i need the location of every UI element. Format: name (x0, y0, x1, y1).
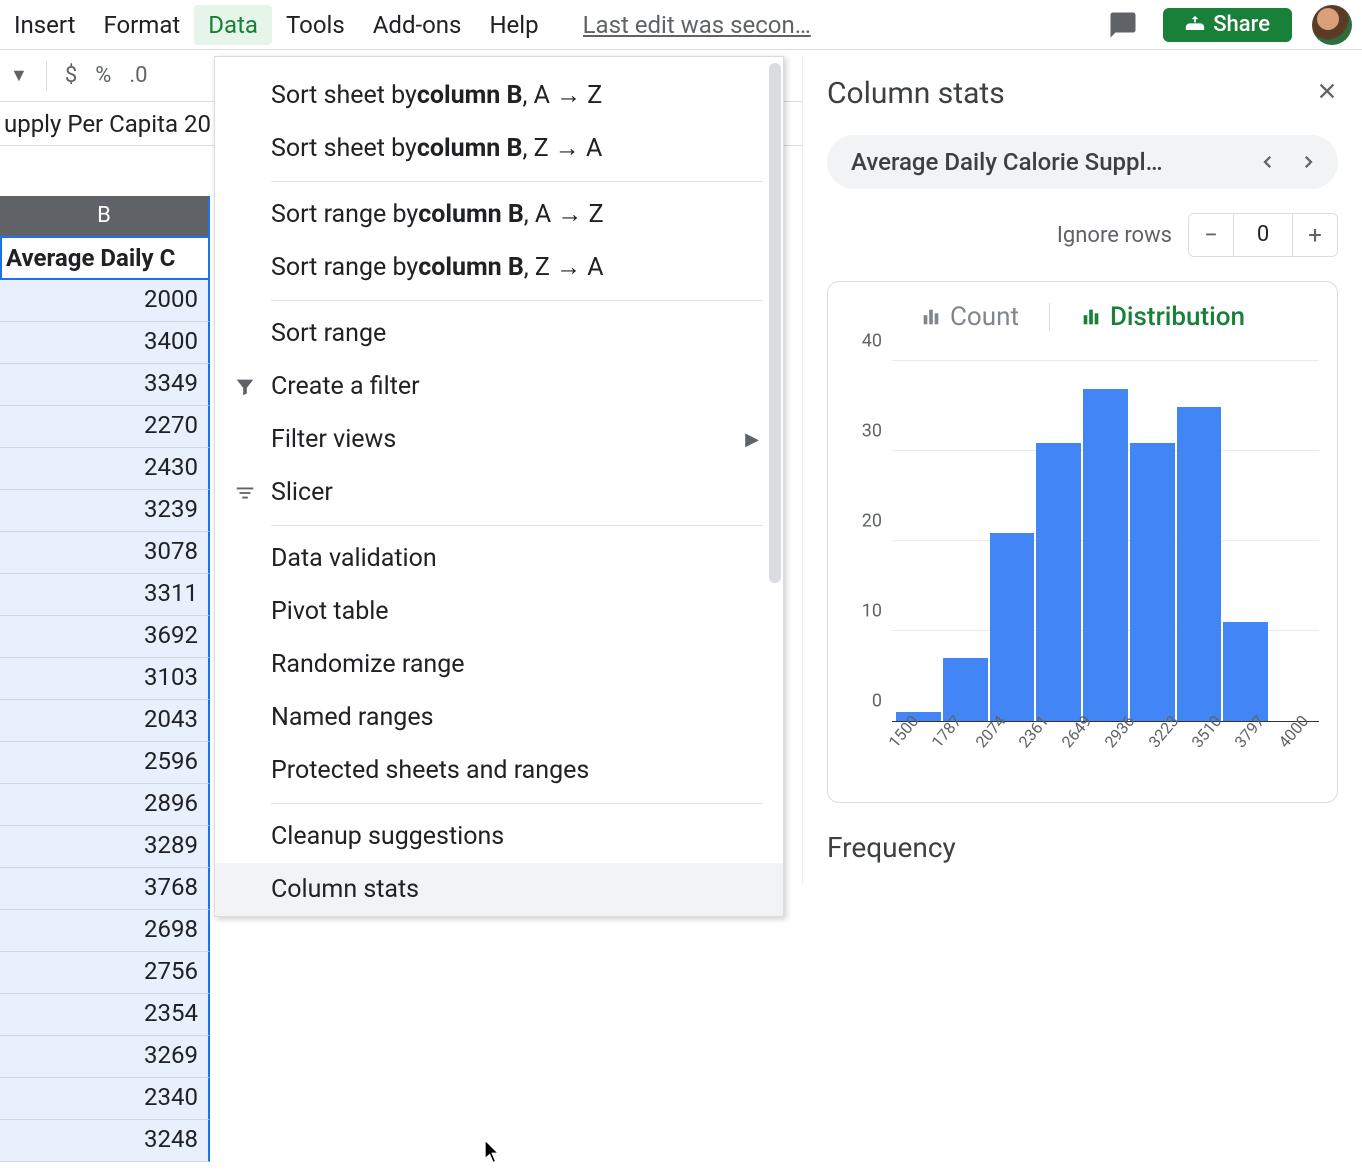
data-cell[interactable]: 3289 (0, 826, 210, 868)
menu-divider (271, 181, 763, 182)
menu-divider (271, 300, 763, 301)
decrement-button[interactable]: − (1189, 214, 1233, 256)
y-tick: 40 (862, 331, 882, 352)
y-tick: 10 (862, 601, 882, 622)
menu-divider (271, 803, 763, 804)
close-button[interactable] (1316, 79, 1338, 109)
y-tick: 0 (872, 691, 882, 712)
data-cell[interactable]: 2354 (0, 994, 210, 1036)
menu-slicer[interactable]: Slicer (215, 466, 783, 519)
panel-title: Column stats (827, 76, 1005, 111)
decrease-decimal-button[interactable]: .0 (129, 63, 147, 88)
menu-named-ranges[interactable]: Named ranges (215, 691, 783, 744)
data-cell[interactable]: 2596 (0, 742, 210, 784)
menu-sort-range[interactable]: Sort range (215, 307, 783, 360)
menu-column-stats[interactable]: Column stats (215, 863, 783, 916)
histogram-bar (1036, 443, 1081, 721)
distribution-tab[interactable]: Distribution (1080, 302, 1245, 332)
data-cell[interactable]: 2430 (0, 448, 210, 490)
menu-sort-range-az[interactable]: Sort range by column B, A → Z (215, 188, 783, 241)
prev-column-button[interactable] (1248, 142, 1288, 182)
share-button[interactable]: Share (1163, 8, 1292, 42)
data-cell[interactable]: 3349 (0, 364, 210, 406)
increment-button[interactable]: + (1293, 214, 1337, 256)
chart-card: Count Distribution 010203040 15001787207… (827, 281, 1338, 803)
menu-data-validation[interactable]: Data validation (215, 532, 783, 585)
menu-divider (271, 525, 763, 526)
menu-cleanup-suggestions[interactable]: Cleanup suggestions (215, 810, 783, 863)
menu-bar: InsertFormatDataToolsAdd-onsHelp Last ed… (0, 0, 1362, 50)
data-cell[interactable]: 3400 (0, 322, 210, 364)
data-cell[interactable]: 3239 (0, 490, 210, 532)
data-cell[interactable]: 2756 (0, 952, 210, 994)
data-cell[interactable]: 2270 (0, 406, 210, 448)
spreadsheet-grid[interactable]: B Average Daily C 2000340033492270243032… (0, 196, 210, 1162)
toolbar-dropdown[interactable]: ▼ (10, 65, 28, 86)
submenu-arrow-icon: ▶ (745, 429, 759, 450)
selected-column-name: Average Daily Calorie Suppl… (851, 148, 1248, 176)
frequency-heading: Frequency (827, 831, 1338, 864)
histogram-bar (1083, 389, 1128, 721)
filter-icon (231, 376, 259, 398)
cell-b1-header[interactable]: Average Daily C (0, 236, 210, 280)
menu-create-filter[interactable]: Create a filter (215, 360, 783, 413)
data-menu-dropdown: Sort sheet by column B, A → Z Sort sheet… (214, 56, 784, 917)
histogram-bar (1177, 407, 1222, 721)
y-tick: 30 (862, 421, 882, 442)
column-selector: Average Daily Calorie Suppl… (827, 135, 1338, 189)
menu-data[interactable]: Data (194, 5, 272, 45)
menu-sort-range-za[interactable]: Sort range by column B, Z → A (215, 241, 783, 294)
column-header-b[interactable]: B (0, 196, 210, 236)
user-avatar[interactable] (1312, 5, 1352, 45)
menu-format[interactable]: Format (89, 5, 194, 45)
slicer-icon (231, 482, 259, 504)
next-column-button[interactable] (1288, 142, 1328, 182)
cursor-icon (484, 1140, 502, 1164)
distribution-chart: 010203040 150017872074236126492936322335… (846, 362, 1319, 762)
data-cell[interactable]: 3078 (0, 532, 210, 574)
data-cell[interactable]: 2043 (0, 700, 210, 742)
currency-format-button[interactable]: $ (65, 63, 77, 88)
comments-icon[interactable] (1103, 5, 1143, 45)
data-cell[interactable]: 3269 (0, 1036, 210, 1078)
menu-protected-sheets[interactable]: Protected sheets and ranges (215, 744, 783, 797)
ignore-rows-stepper: − 0 + (1188, 213, 1338, 257)
data-cell[interactable]: 2000 (0, 280, 210, 322)
ignore-rows-label: Ignore rows (1057, 223, 1172, 248)
histogram-bar (1130, 443, 1175, 721)
data-cell[interactable]: 2340 (0, 1078, 210, 1120)
menu-help[interactable]: Help (475, 5, 552, 45)
share-label: Share (1213, 12, 1270, 37)
sheet-name-fragment: upply Per Capita 20 (4, 110, 211, 138)
data-cell[interactable]: 3103 (0, 658, 210, 700)
count-tab[interactable]: Count (920, 302, 1019, 332)
gridline (892, 360, 1319, 361)
percent-format-button[interactable]: % (95, 63, 111, 88)
data-cell[interactable]: 2896 (0, 784, 210, 826)
data-cell[interactable]: 3692 (0, 616, 210, 658)
menu-filter-views[interactable]: Filter views ▶ (215, 413, 783, 466)
menu-randomize-range[interactable]: Randomize range (215, 638, 783, 691)
data-cell[interactable]: 3768 (0, 868, 210, 910)
menu-sort-sheet-za[interactable]: Sort sheet by column B, Z → A (215, 122, 783, 175)
data-cell[interactable]: 3248 (0, 1120, 210, 1162)
menu-tools[interactable]: Tools (272, 5, 359, 45)
data-cell[interactable]: 3311 (0, 574, 210, 616)
last-edit-link[interactable]: Last edit was secon… (583, 11, 811, 39)
toolbar-divider (46, 61, 47, 91)
y-tick: 20 (862, 511, 882, 532)
menu-insert[interactable]: Insert (0, 5, 89, 45)
histogram-bar (990, 533, 1035, 721)
data-cell[interactable]: 2698 (0, 910, 210, 952)
column-stats-panel: Column stats Average Daily Calorie Suppl… (802, 56, 1362, 884)
ignore-rows-value[interactable]: 0 (1233, 214, 1293, 256)
histogram-bar (1223, 622, 1268, 721)
menu-add-ons[interactable]: Add-ons (359, 5, 476, 45)
tab-divider (1049, 303, 1050, 331)
menu-sort-sheet-az[interactable]: Sort sheet by column B, A → Z (215, 69, 783, 122)
menu-pivot-table[interactable]: Pivot table (215, 585, 783, 638)
